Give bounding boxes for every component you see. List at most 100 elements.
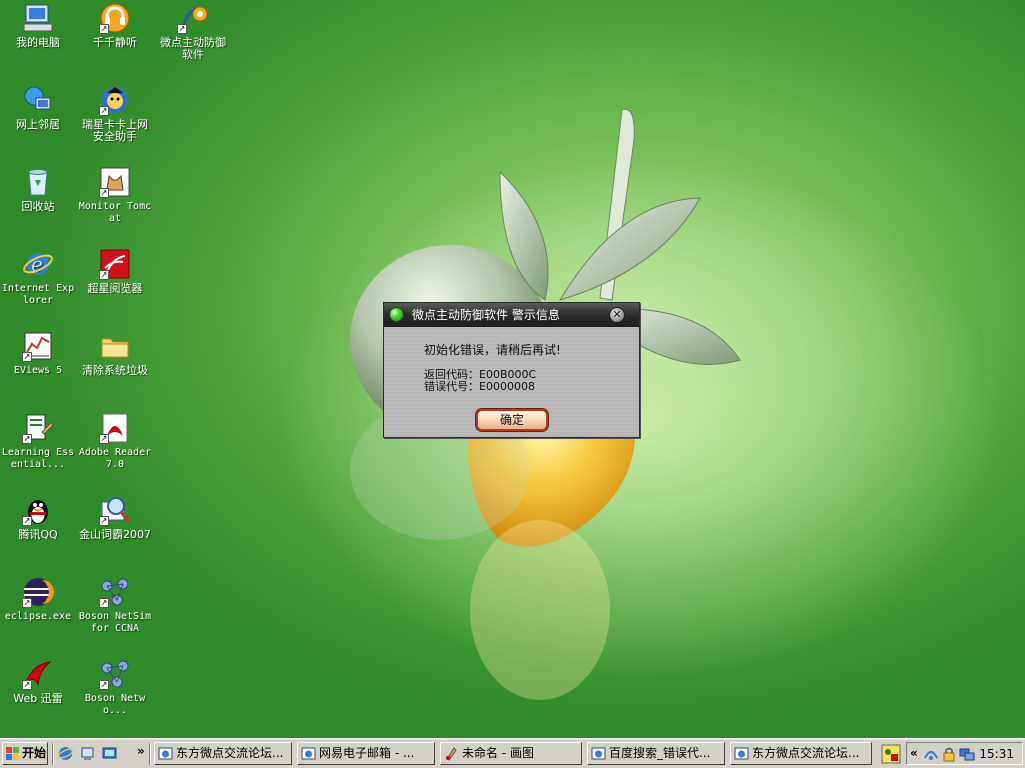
system-tray: « 15:31 xyxy=(906,742,1023,765)
boson-network-icon: ↗ xyxy=(99,658,131,690)
dialog-titlebar[interactable]: 微点主动防御软件 警示信息 ✕ xyxy=(384,303,639,327)
desktop-icon-recycle-bin[interactable]: 回收站 xyxy=(0,166,76,213)
shortcut-arrow-icon: ↗ xyxy=(22,434,32,444)
taskbar: 开始 » 东方微点交流论坛... 网易电子邮箱 - ... 未命名 - 画图 百… xyxy=(0,738,1025,768)
icon-label: Boson Netwo... xyxy=(84,693,146,716)
shortcut-arrow-icon: ↗ xyxy=(99,598,109,608)
desktop-icon-web-xunlei[interactable]: ↗ Web 迅雷 xyxy=(0,658,76,705)
my-computer-icon xyxy=(22,2,54,34)
security-lock-tray-icon[interactable] xyxy=(941,746,957,762)
quicklaunch-more-chevron[interactable]: » xyxy=(137,744,145,758)
desktop-icon-rising-kaka[interactable]: ↗ 瑞星卡卡上网安全助手 xyxy=(77,84,153,143)
quicklaunch-media-icon[interactable] xyxy=(79,745,96,762)
error-message: 初始化错误，请稍后再试! xyxy=(424,343,561,357)
taskbar-button-baidu[interactable]: 百度搜索_错误代... xyxy=(587,742,725,765)
icon-label: 我的电脑 xyxy=(16,36,60,49)
kingsoft-ciba-icon: ↗ xyxy=(99,494,131,526)
shortcut-arrow-icon: ↗ xyxy=(22,352,32,362)
shortcut-arrow-icon: ↗ xyxy=(99,24,109,34)
shortcut-arrow-icon: ↗ xyxy=(99,434,109,444)
desktop-icon-clean-junk[interactable]: 清除系统垃圾 xyxy=(77,330,153,377)
desktop-icon-eclipse[interactable]: ↗ eclipse.exe xyxy=(0,576,76,623)
icon-label: 超星阅览器 xyxy=(87,282,143,295)
shortcut-arrow-icon: ↗ xyxy=(99,270,109,280)
icon-label: eclipse.exe xyxy=(4,611,72,622)
desktop-icon-qq[interactable]: ↗ 腾讯QQ xyxy=(0,494,76,541)
desktop-icon-eviews[interactable]: ↗ EViews 5 xyxy=(0,330,76,377)
dialog-title: 微点主动防御软件 警示信息 xyxy=(412,308,560,322)
alert-dialog: 微点主动防御软件 警示信息 ✕ 初始化错误，请稍后再试! 返回代码：E00B00… xyxy=(383,302,640,438)
desktop-icon-network[interactable]: 网上邻居 xyxy=(0,84,76,131)
quicklaunch-desktop-icon[interactable] xyxy=(101,745,118,762)
recycle-bin-icon xyxy=(22,166,54,198)
ssreader-icon: ↗ xyxy=(99,248,131,280)
start-button[interactable]: 开始 xyxy=(2,742,48,765)
ie-window-icon xyxy=(301,746,316,761)
icon-label: Monitor Tomcat xyxy=(78,201,152,224)
taskbar-button-label: 未命名 - 画图 xyxy=(462,746,534,760)
taskbar-button-forum[interactable]: 东方微点交流论坛... xyxy=(154,742,292,765)
icon-label: 瑞星卡卡上网安全助手 xyxy=(82,118,148,143)
taskbar-button-mail[interactable]: 网易电子邮箱 - ... xyxy=(297,742,435,765)
taskbar-separator xyxy=(149,743,151,765)
icon-label: 回收站 xyxy=(21,200,55,213)
desktop-icon-learning-essential[interactable]: ↗ Learning Essential... xyxy=(0,412,76,471)
ie-window-icon xyxy=(158,746,173,761)
tomcat-icon: ↗ xyxy=(99,166,131,198)
folder-icon xyxy=(99,330,131,362)
boson-netsim-icon: ↗ xyxy=(99,576,131,608)
desktop-icon-micropoint[interactable]: ↗ 微点主动防御软件 xyxy=(155,2,231,61)
eviews-icon: ↗ xyxy=(22,330,54,362)
icon-label: Internet Explorer xyxy=(1,283,75,306)
icon-label: 腾讯QQ xyxy=(18,528,58,541)
taskbar-button-label: 东方微点交流论坛... xyxy=(752,746,860,760)
icon-label: 金山词霸2007 xyxy=(79,528,151,541)
taskbar-button-label: 东方微点交流论坛... xyxy=(176,746,284,760)
status-orb-icon xyxy=(389,307,404,322)
connection-tray-icon[interactable] xyxy=(959,746,975,762)
taskbar-button-label: 百度搜索_错误代... xyxy=(609,746,711,760)
network-tray-icon[interactable] xyxy=(923,746,939,762)
icon-label: EViews 5 xyxy=(13,365,63,376)
desktop-icon-kingsoft-ciba[interactable]: ↗ 金山词霸2007 xyxy=(77,494,153,541)
desktop-icon-monitor-tomcat[interactable]: ↗ Monitor Tomcat xyxy=(77,166,153,225)
ie-window-icon xyxy=(734,746,749,761)
desktop-icon-internet-explorer[interactable]: e Internet Explorer xyxy=(0,248,76,307)
qq-penguin-icon: ↗ xyxy=(22,494,54,526)
network-icon xyxy=(22,84,54,116)
desktop-icon-boson-network[interactable]: ↗ Boson Netwo... xyxy=(77,658,153,717)
tray-expand-chevron[interactable]: « xyxy=(910,746,918,760)
micropoint-icon: ↗ xyxy=(177,2,209,34)
icon-label: Web 迅雷 xyxy=(13,692,63,705)
desktop-icon-ssreader[interactable]: ↗ 超星阅览器 xyxy=(77,248,153,295)
desktop-icon-adobe-reader[interactable]: ↗ Adobe Reader 7.0 xyxy=(77,412,153,471)
desktop-icon-ttplayer[interactable]: ↗ 千千静听 xyxy=(77,2,153,49)
close-button[interactable]: ✕ xyxy=(609,307,625,323)
shortcut-arrow-icon: ↗ xyxy=(99,516,109,526)
icon-label: 微点主动防御软件 xyxy=(160,36,226,61)
ok-button[interactable]: 确定 xyxy=(476,409,548,431)
ttplayer-icon: ↗ xyxy=(99,2,131,34)
adobe-reader-icon: ↗ xyxy=(99,412,131,444)
desktop-icon-boson-netsim[interactable]: ↗ Boson NetSim for CCNA xyxy=(77,576,153,635)
clock[interactable]: 15:31 xyxy=(979,747,1014,761)
error-code: 错误代号：E0000008 xyxy=(424,380,535,393)
icon-label: Adobe Reader 7.0 xyxy=(78,447,152,470)
taskbar-button-forum-2[interactable]: 东方微点交流论坛... xyxy=(730,742,872,765)
language-bar-icon[interactable] xyxy=(881,744,901,764)
rising-kaka-icon: ↗ xyxy=(99,84,131,116)
icon-label: Boson NetSim for CCNA xyxy=(78,611,152,634)
desktop-icon-my-computer[interactable]: 我的电脑 xyxy=(0,2,76,49)
web-xunlei-icon: ↗ xyxy=(22,658,54,690)
eclipse-icon: ↗ xyxy=(22,576,54,608)
taskbar-button-label: 网易电子邮箱 - ... xyxy=(319,746,415,760)
shortcut-arrow-icon: ↗ xyxy=(22,598,32,608)
quicklaunch-ie-icon[interactable] xyxy=(57,745,74,762)
ie-window-icon xyxy=(591,746,606,761)
shortcut-arrow-icon: ↗ xyxy=(99,188,109,198)
taskbar-button-paint[interactable]: 未命名 - 画图 xyxy=(440,742,582,765)
icon-label: Learning Essential... xyxy=(1,447,75,470)
learning-essential-icon: ↗ xyxy=(22,412,54,444)
taskbar-separator xyxy=(52,743,54,765)
shortcut-arrow-icon: ↗ xyxy=(22,680,32,690)
